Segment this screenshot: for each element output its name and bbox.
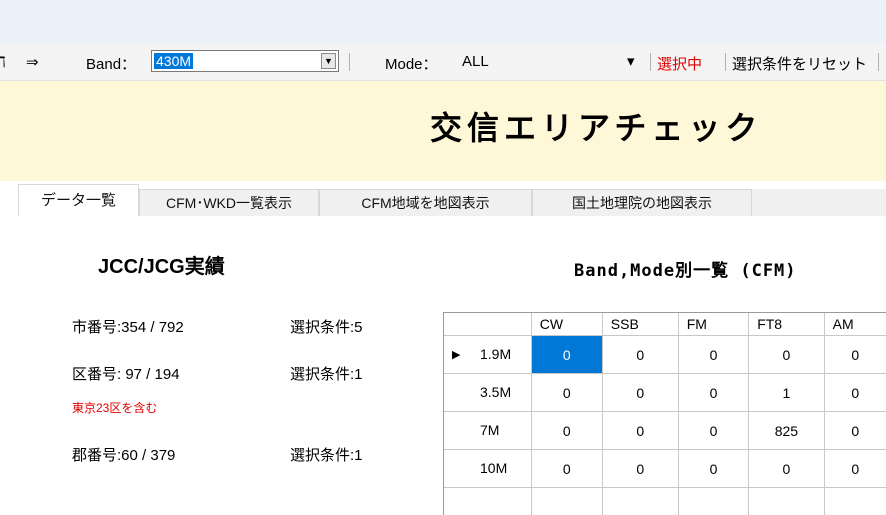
ward-condition: 選択条件:1 [290,363,363,384]
row-header[interactable]: ▶ 1.9M [444,336,531,374]
table-cell[interactable]: 1 [749,374,824,412]
table-cell[interactable]: 0 [602,336,678,374]
city-condition: 選択条件:5 [290,316,363,337]
table-cell[interactable]: 0 [602,450,678,488]
table-row[interactable]: 10M 0 0 0 0 0 [444,450,886,488]
grid-column-header[interactable]: FM [678,313,748,336]
table-cell[interactable]: 0 [602,412,678,450]
tab-cfm-map[interactable]: CFM地域を地図表示 [319,189,532,216]
mode-select[interactable]: ALL [462,53,489,70]
row-band-label: 7M [480,422,499,438]
row-band-label: 3.5M [480,384,511,400]
current-row-icon: ▶ [452,348,460,361]
window-top-strip [0,0,886,44]
mode-dropdown-icon[interactable]: ▾ [627,52,635,70]
table-cell[interactable]: 0 [602,374,678,412]
table-cell[interactable] [749,488,824,515]
table-cell[interactable] [824,488,886,515]
toolbar-separator [878,53,879,71]
title-banner: 交信エリアチェック [0,81,886,181]
reset-selection-button[interactable]: 選択条件をリセット [732,53,867,74]
tab-cfm-wkd-list[interactable]: CFM･WKD一覧表示 [139,189,319,216]
gun-count: 郡番号:60 / 379 [72,444,175,465]
table-row[interactable]: 3.5M 0 0 0 1 0 [444,374,886,412]
grid-column-header[interactable]: AM [824,313,886,336]
table-cell[interactable]: 0 [824,336,886,374]
table-cell[interactable]: 0 [531,450,602,488]
ward-count: 区番号: 97 / 194 [72,363,180,384]
table-cell[interactable]: 0 [531,412,602,450]
table-cell[interactable] [531,488,602,515]
grid-column-header[interactable]: FT8 [749,313,824,336]
toolbar-left-glyph: ℸ [0,53,6,71]
table-cell[interactable]: 0 [678,412,748,450]
table-cell[interactable]: 0 [824,450,886,488]
table-cell[interactable]: 0 [531,336,602,374]
band-select[interactable]: 430M ▼ [151,50,339,72]
mode-label: Mode： [385,53,438,74]
table-cell[interactable]: 825 [749,412,824,450]
tab-data-list[interactable]: データ一覧 [18,184,139,217]
table-cell[interactable]: 0 [678,374,748,412]
table-cell[interactable] [678,488,748,515]
grid-corner-header [444,313,531,336]
table-row[interactable]: 7M 0 0 0 825 0 [444,412,886,450]
grid-column-header[interactable]: CW [531,313,602,336]
table-row[interactable]: ▶ 1.9M 0 0 0 0 0 [444,336,886,374]
forward-arrow-icon[interactable]: ⇒ [26,53,39,71]
table-cell[interactable]: 0 [678,336,748,374]
table-cell[interactable]: 0 [678,450,748,488]
selecting-indicator: 選択中 [657,53,702,74]
tab-strip: データ一覧 CFM･WKD一覧表示 CFM地域を地図表示 国土地理院の地図表示 [0,182,886,217]
row-header[interactable] [444,488,531,515]
row-header[interactable]: 10M [444,450,531,488]
row-band-label: 10M [480,460,507,476]
ward-note: 東京23区を含む [72,399,157,416]
band-select-value: 430M [154,53,193,69]
table-cell[interactable]: 0 [749,336,824,374]
band-mode-table: CW SSB FM FT8 AM ▶ 1.9M 0 0 0 0 0 [444,313,886,515]
row-header[interactable]: 3.5M [444,374,531,412]
toolbar-separator [349,53,350,71]
band-label: Band： [86,53,136,74]
band-mode-heading: Band,Mode別一覧 (CFM) [574,256,797,281]
table-cell[interactable]: 0 [824,412,886,450]
jcc-jcg-heading: JCC/JCG実績 [98,250,225,279]
table-cell[interactable]: 0 [824,374,886,412]
band-dropdown-icon[interactable]: ▼ [321,53,336,69]
gun-condition: 選択条件:1 [290,444,363,465]
table-row[interactable] [444,488,886,515]
table-cell[interactable] [602,488,678,515]
tab-gsi-map[interactable]: 国土地理院の地図表示 [532,189,752,216]
table-cell[interactable]: 0 [749,450,824,488]
grid-header-row: CW SSB FM FT8 AM [444,313,886,336]
page-title: 交信エリアチェック [430,103,762,149]
toolbar: ℸ ⇒ Band： 430M ▼ Mode： ALL ▾ 選択中 選択条件をリセ… [0,44,886,81]
toolbar-separator [650,53,651,71]
toolbar-separator [725,53,726,71]
city-count: 市番号:354 / 792 [72,316,184,337]
grid-column-header[interactable]: SSB [602,313,678,336]
row-band-label: 1.9M [480,346,511,362]
row-header[interactable]: 7M [444,412,531,450]
band-mode-grid[interactable]: CW SSB FM FT8 AM ▶ 1.9M 0 0 0 0 0 [443,312,886,515]
table-cell[interactable]: 0 [531,374,602,412]
tab-strip-fill [752,189,886,216]
